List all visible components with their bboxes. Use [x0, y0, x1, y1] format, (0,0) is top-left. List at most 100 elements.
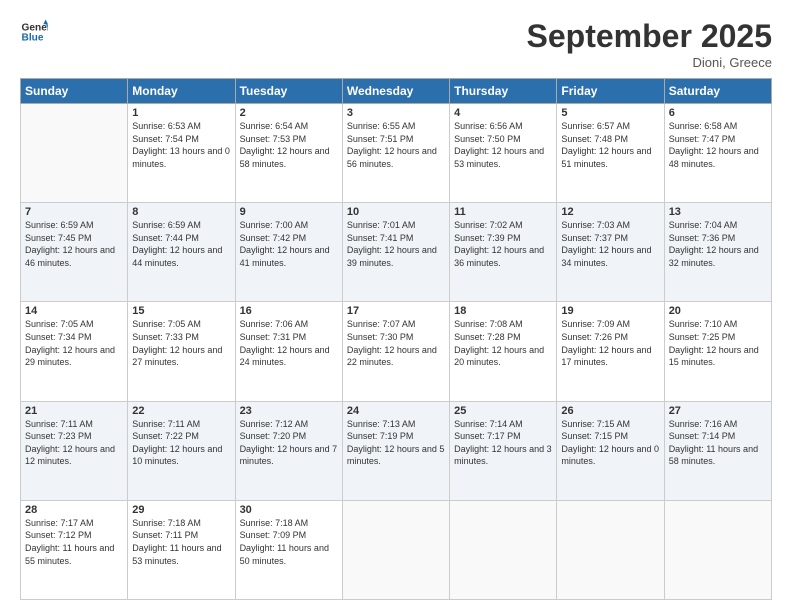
table-row: 27 Sunrise: 7:16 AM Sunset: 7:14 PM Dayl… [664, 401, 771, 500]
header-friday: Friday [557, 79, 664, 104]
day-info: Sunrise: 6:59 AM Sunset: 7:44 PM Dayligh… [132, 219, 230, 269]
sunrise-text: Sunrise: 6:55 AM [347, 120, 445, 133]
day-info: Sunrise: 6:54 AM Sunset: 7:53 PM Dayligh… [240, 120, 338, 170]
day-number: 27 [669, 405, 767, 417]
table-row: 17 Sunrise: 7:07 AM Sunset: 7:30 PM Dayl… [342, 302, 449, 401]
sunset-text: Sunset: 7:47 PM [669, 133, 767, 146]
sunrise-text: Sunrise: 7:00 AM [240, 219, 338, 232]
sunset-text: Sunset: 7:14 PM [669, 430, 767, 443]
header-saturday: Saturday [664, 79, 771, 104]
sunset-text: Sunset: 7:31 PM [240, 331, 338, 344]
header-wednesday: Wednesday [342, 79, 449, 104]
sunset-text: Sunset: 7:42 PM [240, 232, 338, 245]
daylight-text: Daylight: 11 hours and 55 minutes. [25, 542, 123, 567]
day-number: 11 [454, 206, 552, 218]
daylight-text: Daylight: 12 hours and 17 minutes. [561, 344, 659, 369]
sunrise-text: Sunrise: 6:56 AM [454, 120, 552, 133]
day-number: 10 [347, 206, 445, 218]
day-info: Sunrise: 7:14 AM Sunset: 7:17 PM Dayligh… [454, 418, 552, 468]
sunset-text: Sunset: 7:23 PM [25, 430, 123, 443]
sunrise-text: Sunrise: 6:59 AM [132, 219, 230, 232]
table-row: 22 Sunrise: 7:11 AM Sunset: 7:22 PM Dayl… [128, 401, 235, 500]
table-row [21, 104, 128, 203]
sunrise-text: Sunrise: 7:11 AM [132, 418, 230, 431]
sunset-text: Sunset: 7:15 PM [561, 430, 659, 443]
sunset-text: Sunset: 7:33 PM [132, 331, 230, 344]
header-monday: Monday [128, 79, 235, 104]
page: General Blue September 2025 Dioni, Greec… [0, 0, 792, 612]
sunrise-text: Sunrise: 6:54 AM [240, 120, 338, 133]
day-number: 15 [132, 305, 230, 317]
daylight-text: Daylight: 12 hours and 39 minutes. [347, 244, 445, 269]
day-number: 19 [561, 305, 659, 317]
daylight-text: Daylight: 13 hours and 0 minutes. [132, 145, 230, 170]
day-number: 25 [454, 405, 552, 417]
sunset-text: Sunset: 7:11 PM [132, 529, 230, 542]
table-row: 13 Sunrise: 7:04 AM Sunset: 7:36 PM Dayl… [664, 203, 771, 302]
sunrise-text: Sunrise: 7:06 AM [240, 318, 338, 331]
table-row: 28 Sunrise: 7:17 AM Sunset: 7:12 PM Dayl… [21, 500, 128, 599]
sunset-text: Sunset: 7:54 PM [132, 133, 230, 146]
daylight-text: Daylight: 12 hours and 7 minutes. [240, 443, 338, 468]
calendar-week-row: 14 Sunrise: 7:05 AM Sunset: 7:34 PM Dayl… [21, 302, 772, 401]
day-number: 30 [240, 504, 338, 516]
sunset-text: Sunset: 7:12 PM [25, 529, 123, 542]
calendar-week-row: 7 Sunrise: 6:59 AM Sunset: 7:45 PM Dayli… [21, 203, 772, 302]
day-number: 5 [561, 107, 659, 119]
day-info: Sunrise: 7:07 AM Sunset: 7:30 PM Dayligh… [347, 318, 445, 368]
header-sunday: Sunday [21, 79, 128, 104]
day-info: Sunrise: 7:08 AM Sunset: 7:28 PM Dayligh… [454, 318, 552, 368]
sunrise-text: Sunrise: 6:59 AM [25, 219, 123, 232]
daylight-text: Daylight: 12 hours and 0 minutes. [561, 443, 659, 468]
calendar-header-row: Sunday Monday Tuesday Wednesday Thursday… [21, 79, 772, 104]
sunrise-text: Sunrise: 7:05 AM [132, 318, 230, 331]
day-info: Sunrise: 7:18 AM Sunset: 7:09 PM Dayligh… [240, 517, 338, 567]
sunset-text: Sunset: 7:41 PM [347, 232, 445, 245]
sunset-text: Sunset: 7:51 PM [347, 133, 445, 146]
daylight-text: Daylight: 12 hours and 22 minutes. [347, 344, 445, 369]
day-number: 12 [561, 206, 659, 218]
day-number: 2 [240, 107, 338, 119]
sunset-text: Sunset: 7:26 PM [561, 331, 659, 344]
sunrise-text: Sunrise: 7:03 AM [561, 219, 659, 232]
daylight-text: Daylight: 12 hours and 3 minutes. [454, 443, 552, 468]
sunrise-text: Sunrise: 7:08 AM [454, 318, 552, 331]
sunrise-text: Sunrise: 7:13 AM [347, 418, 445, 431]
day-number: 7 [25, 206, 123, 218]
daylight-text: Daylight: 12 hours and 20 minutes. [454, 344, 552, 369]
sunset-text: Sunset: 7:17 PM [454, 430, 552, 443]
day-info: Sunrise: 7:10 AM Sunset: 7:25 PM Dayligh… [669, 318, 767, 368]
table-row [664, 500, 771, 599]
sunrise-text: Sunrise: 7:11 AM [25, 418, 123, 431]
day-number: 9 [240, 206, 338, 218]
day-info: Sunrise: 7:04 AM Sunset: 7:36 PM Dayligh… [669, 219, 767, 269]
table-row: 23 Sunrise: 7:12 AM Sunset: 7:20 PM Dayl… [235, 401, 342, 500]
table-row: 3 Sunrise: 6:55 AM Sunset: 7:51 PM Dayli… [342, 104, 449, 203]
day-number: 16 [240, 305, 338, 317]
sunrise-text: Sunrise: 7:17 AM [25, 517, 123, 530]
sunset-text: Sunset: 7:22 PM [132, 430, 230, 443]
table-row: 9 Sunrise: 7:00 AM Sunset: 7:42 PM Dayli… [235, 203, 342, 302]
day-info: Sunrise: 7:12 AM Sunset: 7:20 PM Dayligh… [240, 418, 338, 468]
day-info: Sunrise: 7:02 AM Sunset: 7:39 PM Dayligh… [454, 219, 552, 269]
sunset-text: Sunset: 7:20 PM [240, 430, 338, 443]
sunrise-text: Sunrise: 7:18 AM [240, 517, 338, 530]
day-info: Sunrise: 6:56 AM Sunset: 7:50 PM Dayligh… [454, 120, 552, 170]
table-row [557, 500, 664, 599]
header-thursday: Thursday [450, 79, 557, 104]
day-number: 21 [25, 405, 123, 417]
title-area: September 2025 Dioni, Greece [527, 18, 772, 70]
table-row: 16 Sunrise: 7:06 AM Sunset: 7:31 PM Dayl… [235, 302, 342, 401]
table-row: 15 Sunrise: 7:05 AM Sunset: 7:33 PM Dayl… [128, 302, 235, 401]
daylight-text: Daylight: 12 hours and 56 minutes. [347, 145, 445, 170]
day-info: Sunrise: 7:11 AM Sunset: 7:22 PM Dayligh… [132, 418, 230, 468]
day-info: Sunrise: 7:11 AM Sunset: 7:23 PM Dayligh… [25, 418, 123, 468]
sunrise-text: Sunrise: 7:05 AM [25, 318, 123, 331]
day-info: Sunrise: 6:58 AM Sunset: 7:47 PM Dayligh… [669, 120, 767, 170]
daylight-text: Daylight: 12 hours and 27 minutes. [132, 344, 230, 369]
table-row: 10 Sunrise: 7:01 AM Sunset: 7:41 PM Dayl… [342, 203, 449, 302]
sunset-text: Sunset: 7:48 PM [561, 133, 659, 146]
sunset-text: Sunset: 7:39 PM [454, 232, 552, 245]
sunset-text: Sunset: 7:28 PM [454, 331, 552, 344]
day-number: 1 [132, 107, 230, 119]
